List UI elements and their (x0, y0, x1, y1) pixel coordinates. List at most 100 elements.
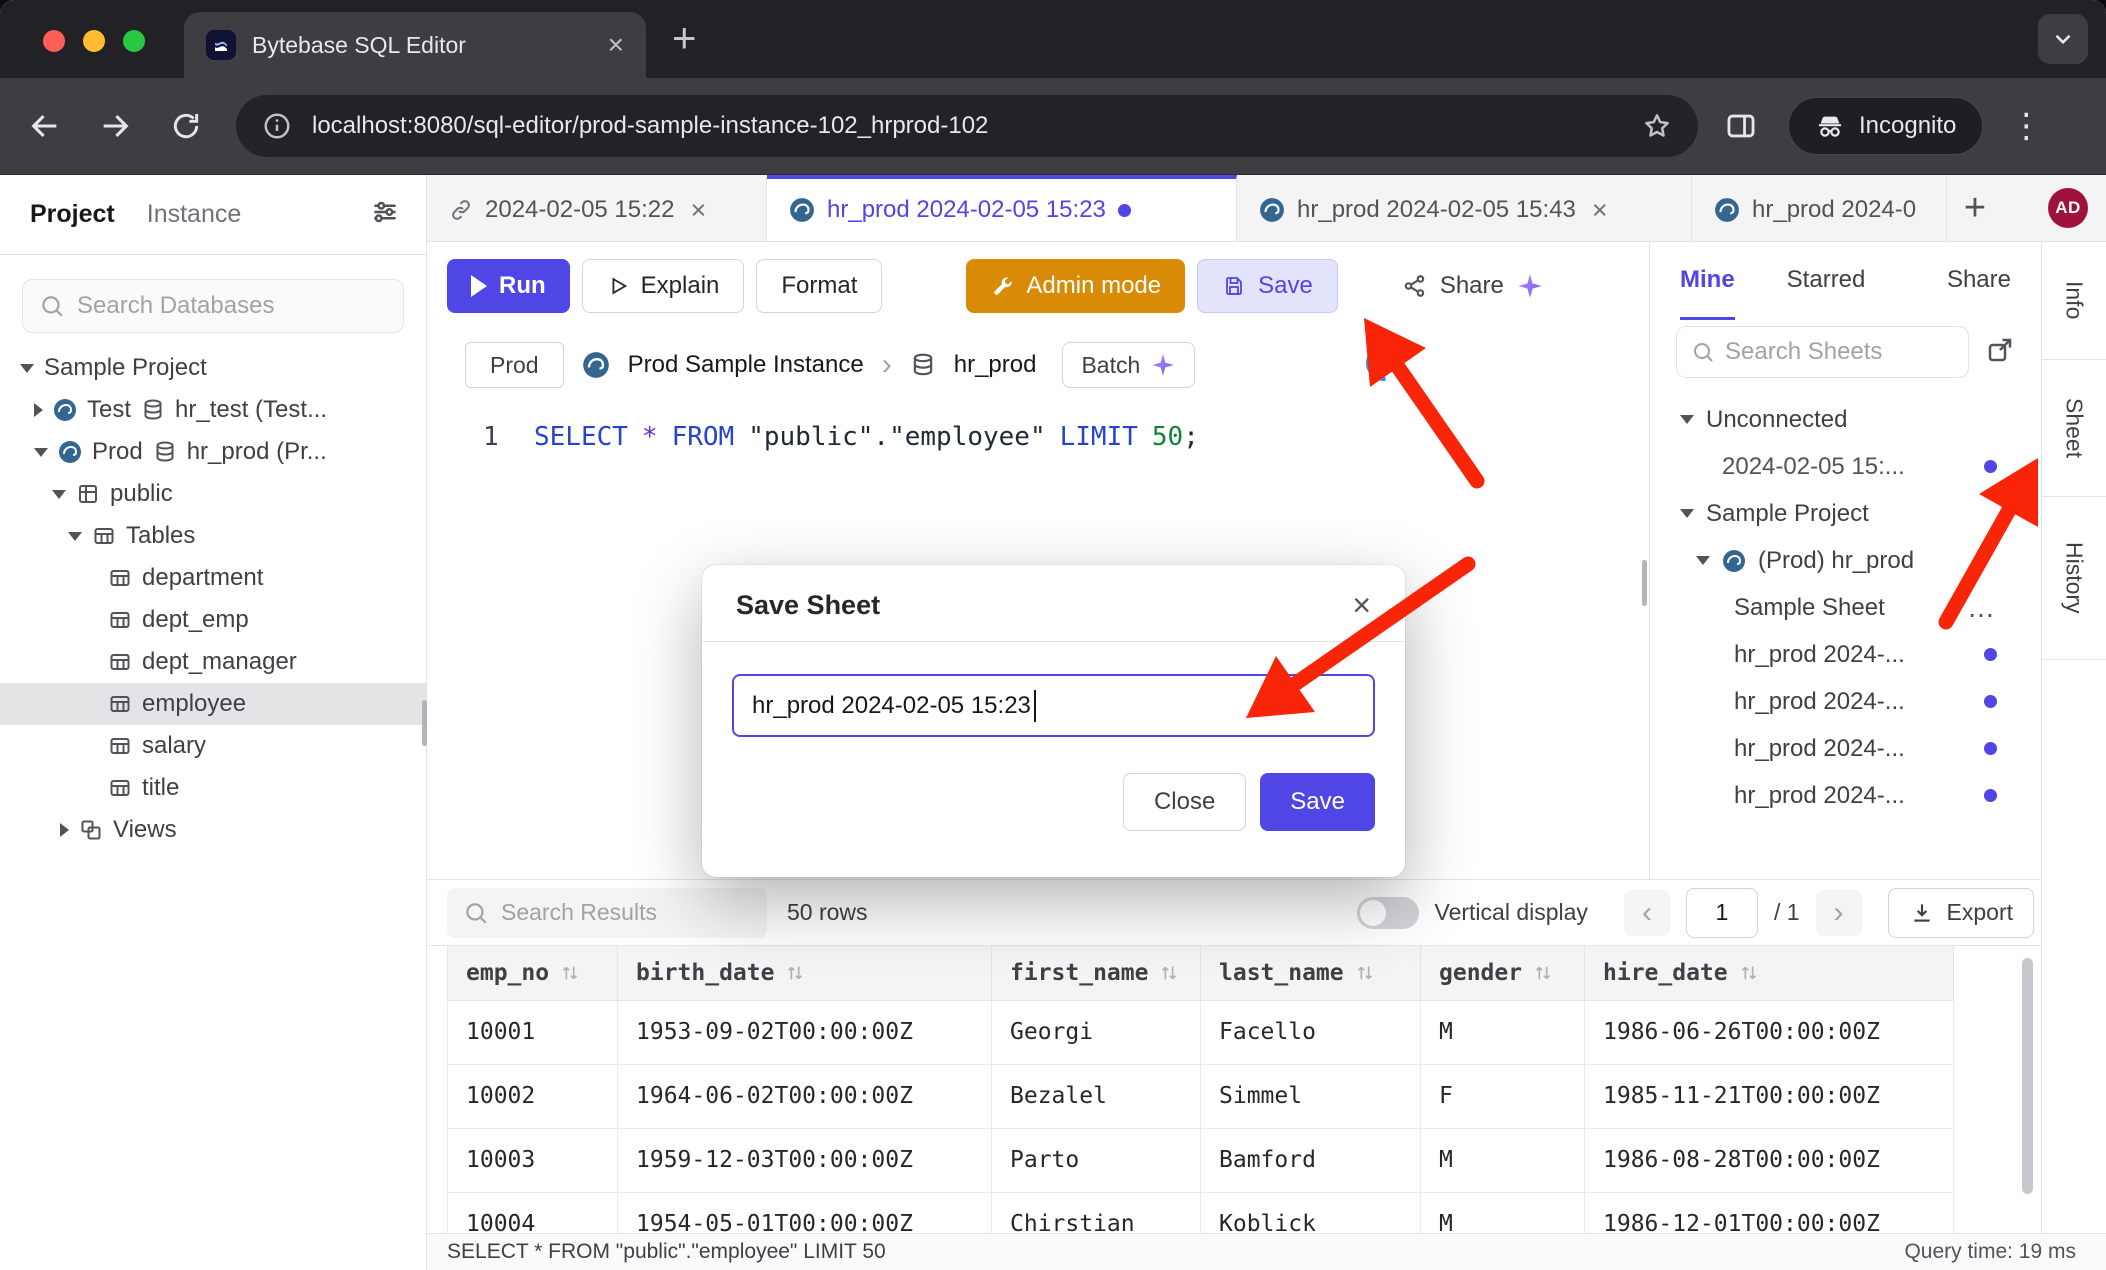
tree-item-tables[interactable]: Tables (0, 515, 426, 557)
tab-share[interactable]: Share (1947, 242, 2011, 320)
dialog-save-button[interactable]: Save (1260, 773, 1375, 831)
column-header[interactable]: first_name (992, 946, 1201, 1000)
site-info-icon[interactable] (262, 111, 292, 141)
sheet-list: Unconnected 2024-02-05 15:... Sample Pro… (1650, 396, 2041, 819)
forward-button[interactable] (98, 109, 132, 143)
vertical-display-toggle[interactable] (1357, 897, 1419, 929)
window-zoom-button[interactable] (123, 30, 145, 52)
sheet-tab-1[interactable]: 2024-02-05 15:22 × (427, 175, 767, 241)
unsaved-dot-indicator (1984, 742, 1997, 755)
panel-resize-handle[interactable] (1642, 560, 1647, 606)
database-name[interactable]: hr_prod (954, 351, 1037, 379)
sheet-group-unconnected[interactable]: Unconnected (1650, 396, 2041, 443)
explain-button[interactable]: Explain (582, 259, 745, 313)
table-icon (108, 692, 132, 716)
new-tab-button[interactable]: + (672, 14, 697, 62)
environment-badge[interactable]: Prod (465, 342, 564, 388)
next-page-button[interactable]: › (1816, 890, 1862, 936)
reload-button[interactable] (170, 110, 202, 142)
tree-item-table[interactable]: department (0, 557, 426, 599)
tab-info[interactable]: Info (2042, 242, 2106, 360)
sidebar-tabs: Project Instance (0, 175, 426, 255)
tab-search-button[interactable] (2038, 14, 2088, 64)
column-header[interactable]: hire_date (1585, 946, 1954, 1000)
close-button[interactable]: Close (1123, 773, 1246, 831)
tab-sheet[interactable]: Sheet (2042, 360, 2106, 497)
user-avatar[interactable]: AD (2048, 188, 2088, 228)
filter-icon[interactable] (370, 197, 400, 232)
side-panel-icon[interactable] (1724, 109, 1758, 143)
browser-menu-button[interactable]: ⋮ (2009, 106, 2043, 146)
open-sheet-icon[interactable] (1985, 335, 2015, 370)
tree-item-views[interactable]: Views (0, 809, 426, 851)
sheet-group-connection[interactable]: (Prod) hr_prod (1650, 537, 2041, 584)
close-icon[interactable]: × (1352, 589, 1371, 621)
sort-icon (1738, 962, 1760, 984)
previous-page-button[interactable]: ‹ (1624, 890, 1670, 936)
tree-item-table[interactable]: dept_manager (0, 641, 426, 683)
search-sheets-input[interactable]: Search Sheets (1676, 326, 1969, 378)
search-results-input[interactable]: Search Results (447, 888, 767, 938)
tab-instance[interactable]: Instance (131, 200, 258, 229)
table-cell: 1986-06-26T00:00:00Z (1585, 1000, 1954, 1064)
toggle-knob (1360, 900, 1386, 926)
page-number-input[interactable]: 1 (1686, 888, 1758, 938)
tree-item-test-instance[interactable]: Test hr_test (Test... (0, 389, 426, 431)
column-header[interactable]: emp_no (448, 946, 618, 1000)
tree-item-schema-public[interactable]: public (0, 473, 426, 515)
sidebar-resize-handle[interactable] (422, 700, 427, 746)
tree-item-table[interactable]: title (0, 767, 426, 809)
close-icon[interactable]: × (1592, 195, 1608, 226)
sort-icon (1158, 962, 1180, 984)
back-button[interactable] (28, 109, 62, 143)
sheet-name-input[interactable]: hr_prod 2024-02-05 15:23 (732, 674, 1375, 737)
sheet-tab-3[interactable]: hr_prod 2024-02-05 15:43 × (1237, 175, 1692, 241)
table-cell: 1959-12-03T00:00:00Z (618, 1128, 992, 1192)
sheet-tab-2-active[interactable]: hr_prod 2024-02-05 15:23 (767, 175, 1237, 241)
tab-starred[interactable]: Starred (1787, 242, 1866, 320)
search-icon (1691, 340, 1715, 364)
save-button[interactable]: Save (1197, 259, 1338, 313)
instance-name[interactable]: Prod Sample Instance (628, 351, 864, 379)
more-actions-icon[interactable]: … (1967, 592, 1997, 624)
sheet-item[interactable]: hr_prod 2024-... (1650, 631, 2041, 678)
table-cell: M (1421, 1128, 1585, 1192)
sheet-item[interactable]: Sample Sheet … (1650, 584, 2041, 631)
bookmark-star-icon[interactable] (1642, 111, 1672, 141)
search-databases-input[interactable]: Search Databases (22, 279, 404, 333)
tree-item-table-employee[interactable]: employee (0, 683, 426, 725)
column-header[interactable]: birth_date (618, 946, 992, 1000)
tab-history[interactable]: History (2042, 497, 2106, 660)
export-button[interactable]: Export (1888, 888, 2034, 938)
browser-navbar: localhost:8080/sql-editor/prod-sample-in… (0, 78, 2106, 175)
tab-mine[interactable]: Mine (1680, 242, 1735, 320)
sheet-item[interactable]: hr_prod 2024-... (1650, 678, 2041, 725)
column-header[interactable]: last_name (1201, 946, 1421, 1000)
window-minimize-button[interactable] (83, 30, 105, 52)
table-scrollbar-thumb[interactable] (2022, 958, 2033, 1194)
close-icon[interactable]: × (608, 31, 624, 59)
admin-mode-button[interactable]: Admin mode (966, 259, 1185, 313)
tree-item-table[interactable]: dept_emp (0, 599, 426, 641)
postgres-icon (53, 398, 77, 422)
share-button[interactable]: Share (1378, 259, 1568, 313)
sheet-item[interactable]: 2024-02-05 15:... (1650, 443, 2041, 490)
tab-project[interactable]: Project (26, 200, 131, 229)
run-button[interactable]: Run (447, 259, 570, 313)
sheet-item[interactable]: hr_prod 2024-... (1650, 772, 2041, 819)
sheet-tab-4[interactable]: hr_prod 2024-0 (1692, 175, 1947, 241)
tree-item-table[interactable]: salary (0, 725, 426, 767)
tree-item-prod-instance[interactable]: Prod hr_prod (Pr... (0, 431, 426, 473)
batch-button[interactable]: Batch (1062, 342, 1195, 388)
window-close-button[interactable] (43, 30, 65, 52)
column-header[interactable]: gender (1421, 946, 1585, 1000)
tree-item-project[interactable]: Sample Project (0, 347, 426, 389)
format-button[interactable]: Format (756, 259, 882, 313)
url-bar[interactable]: localhost:8080/sql-editor/prod-sample-in… (236, 95, 1698, 157)
sheet-group-project[interactable]: Sample Project (1650, 490, 2041, 537)
new-sheet-tab-button[interactable]: + (1947, 175, 2003, 241)
table-row: 10004 1954-05-01T00:00:00Z Chirstian Kob… (448, 1192, 1954, 1233)
sheet-item[interactable]: hr_prod 2024-... (1650, 725, 2041, 772)
close-icon[interactable]: × (691, 195, 707, 226)
browser-tab[interactable]: Bytebase SQL Editor × (184, 12, 646, 78)
